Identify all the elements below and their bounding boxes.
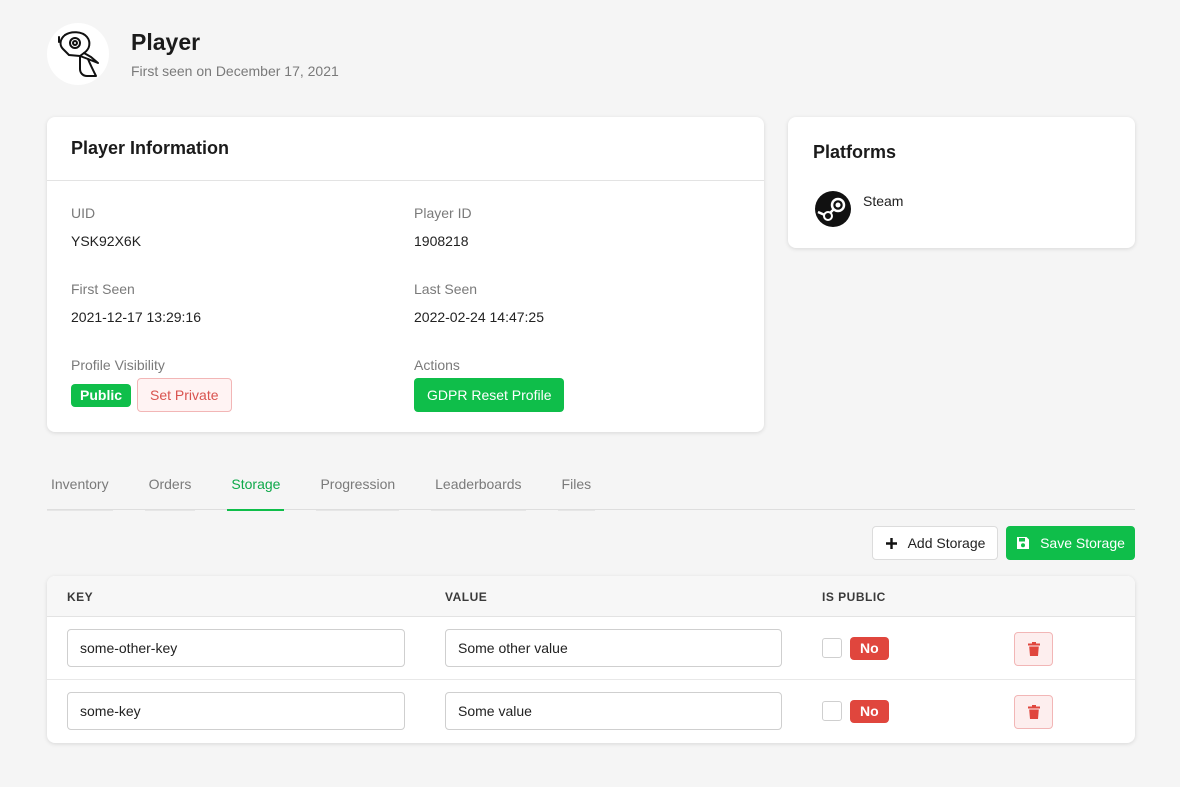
storage-value-input[interactable] [445, 692, 782, 730]
column-header-value: VALUE [445, 590, 488, 604]
storage-key-input[interactable] [67, 692, 405, 730]
uid-field: UID YSK92X6K [71, 205, 141, 249]
table-header: KEY VALUE IS PUBLIC [47, 576, 1135, 617]
tab-orders[interactable]: Orders [144, 470, 196, 511]
player-id-value: 1908218 [414, 233, 469, 249]
steam-icon [815, 191, 851, 227]
column-header-is-public: IS PUBLIC [822, 590, 886, 604]
platforms-card: Platforms Steam [788, 117, 1135, 248]
floppy-disk-icon [1017, 537, 1030, 549]
platform-name: Steam [863, 193, 904, 209]
storage-table: KEY VALUE IS PUBLIC No No [47, 576, 1135, 743]
parrot-icon [58, 31, 99, 77]
add-storage-label: Add Storage [907, 535, 986, 551]
storage-key-input[interactable] [67, 629, 405, 667]
avatar [47, 23, 109, 85]
actions-field: Actions GDPR Reset Profile [414, 357, 565, 412]
visibility-status-badge: Public [71, 383, 132, 407]
last-seen-field: Last Seen 2022-02-24 14:47:25 [414, 281, 544, 325]
delete-row-button[interactable] [1014, 695, 1053, 729]
is-public-badge: No [850, 637, 889, 660]
profile-visibility-field: Profile Visibility Public Set Private [71, 357, 232, 412]
storage-value-input[interactable] [445, 629, 782, 667]
plus-icon [885, 537, 897, 549]
page-header: Player First seen on December 17, 2021 [47, 23, 339, 85]
tab-storage[interactable]: Storage [227, 470, 285, 511]
save-storage-label: Save Storage [1040, 535, 1125, 551]
table-row: No [47, 617, 1135, 680]
column-header-key: KEY [67, 590, 94, 604]
first-seen-value: 2021-12-17 13:29:16 [71, 309, 201, 325]
trash-icon [1027, 705, 1040, 719]
is-public-checkbox[interactable] [822, 638, 842, 658]
profile-visibility-label: Profile Visibility [71, 357, 165, 373]
platform-item-steam: Steam [815, 191, 903, 227]
tab-files[interactable]: Files [557, 470, 596, 511]
delete-row-button[interactable] [1014, 632, 1053, 666]
tab-inventory[interactable]: Inventory [47, 470, 113, 511]
is-public-badge: No [850, 700, 889, 723]
player-id-label: Player ID [414, 205, 472, 221]
actions-label: Actions [414, 357, 460, 373]
page-subtitle: First seen on December 17, 2021 [131, 62, 339, 79]
last-seen-value: 2022-02-24 14:47:25 [414, 309, 544, 325]
platforms-title: Platforms [813, 142, 897, 162]
is-public-checkbox[interactable] [822, 701, 842, 721]
trash-icon [1027, 642, 1040, 656]
player-id-field: Player ID 1908218 [414, 205, 472, 249]
first-seen-label: First Seen [71, 281, 135, 297]
tab-progression[interactable]: Progression [316, 470, 399, 511]
card-title: Player Information [47, 117, 764, 181]
first-seen-field: First Seen 2021-12-17 13:29:16 [71, 281, 201, 325]
add-storage-button[interactable]: Add Storage [872, 526, 998, 560]
uid-value: YSK92X6K [71, 233, 142, 249]
tab-bar: Inventory Orders Storage Progression Lea… [47, 470, 1135, 511]
gdpr-reset-profile-button[interactable]: GDPR Reset Profile [414, 378, 565, 412]
page-title: Player [131, 29, 201, 56]
save-storage-button[interactable]: Save Storage [1006, 526, 1135, 560]
set-private-button[interactable]: Set Private [137, 378, 232, 412]
last-seen-label: Last Seen [414, 281, 478, 297]
uid-label: UID [71, 205, 96, 221]
tab-leaderboards[interactable]: Leaderboards [431, 470, 526, 511]
player-information-card: Player Information UID YSK92X6K Player I… [47, 117, 764, 432]
table-row: No [47, 680, 1135, 743]
